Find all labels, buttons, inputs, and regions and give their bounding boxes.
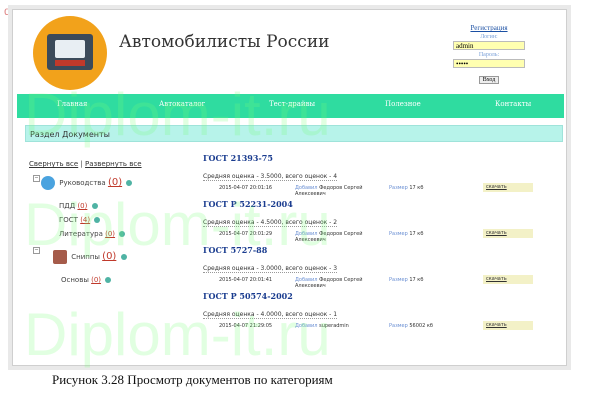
tree-separator: |: [80, 160, 83, 168]
added-by-label: Добавил: [295, 323, 318, 329]
nav-item-test-drives[interactable]: Тест-драйвы: [269, 100, 315, 108]
tree-node-label[interactable]: Основы: [61, 276, 89, 284]
download-button[interactable]: скачать: [483, 321, 533, 330]
info-icon[interactable]: [94, 217, 101, 223]
document-title[interactable]: ГОСТ 21393-75: [203, 153, 553, 163]
tree-node-count[interactable]: (0): [77, 202, 87, 210]
info-icon[interactable]: [126, 180, 133, 186]
size-label: Размер: [389, 277, 408, 283]
tree-node-count[interactable]: (0): [102, 251, 116, 262]
register-link[interactable]: Регистрация: [450, 24, 528, 32]
document-date: 2015-04-07 20:01:29: [219, 231, 273, 237]
nav-item-useful[interactable]: Полезное: [385, 100, 421, 108]
nav-item-autocatalog[interactable]: Автокаталог: [159, 100, 205, 108]
document-rating: Средняя оценка - 4.0000, всего оценок - …: [203, 311, 338, 319]
document-rating: Средняя оценка - 3.5000, всего оценок - …: [203, 173, 338, 181]
password-input[interactable]: •••••: [453, 59, 525, 68]
section-title: Раздел Документы: [25, 125, 563, 142]
login-input[interactable]: admin: [453, 41, 525, 50]
tree-node-label[interactable]: Сниппы: [71, 253, 100, 261]
document-rating: Средняя оценка - 4.5000, всего оценок - …: [203, 219, 338, 227]
nav-item-contacts[interactable]: Контакты: [495, 100, 531, 108]
document-rating: Средняя оценка - 3.0000, всего оценок - …: [203, 265, 338, 273]
nav-item-home[interactable]: Главная: [57, 100, 87, 108]
document-title[interactable]: ГОСТ 5727-88: [203, 245, 553, 255]
document-date: 2015-04-07 21:29:05: [219, 323, 273, 329]
browser-frame: Автомобилисты России Регистрация Логин: …: [12, 9, 567, 366]
tree-node-count[interactable]: (0): [105, 230, 115, 238]
login-form: Регистрация Логин: admin Пароль: ••••• В…: [450, 24, 528, 86]
tree-node-label[interactable]: Руководства: [59, 179, 105, 187]
document-size: 56002 кб: [409, 323, 433, 329]
guides-category-icon: [41, 176, 55, 190]
expand-all-link[interactable]: Развернуть все: [85, 160, 142, 168]
download-button[interactable]: скачать: [483, 229, 533, 238]
document-title[interactable]: ГОСТ Р 52231-2004: [203, 199, 553, 209]
collapse-all-link[interactable]: Свернуть все: [29, 160, 78, 168]
password-label: Пароль:: [478, 52, 500, 58]
info-icon[interactable]: [105, 277, 112, 283]
size-label: Размер: [389, 185, 408, 191]
document-date: 2015-04-07 20:01:41: [219, 277, 273, 283]
document-item: ГОСТ Р 50574-2002 Средняя оценка - 4.000…: [203, 291, 553, 337]
garage-icon: [47, 34, 93, 70]
collapse-toggle-icon[interactable]: −: [33, 174, 40, 182]
site-title: Автомобилисты России: [119, 32, 330, 52]
document-date: 2015-04-07 20:01:16: [219, 185, 273, 191]
tree-node-label[interactable]: Литература: [59, 230, 103, 238]
size-label: Размер: [389, 323, 408, 329]
document-item: ГОСТ Р 52231-2004 Средняя оценка - 4.500…: [203, 199, 553, 245]
download-button[interactable]: скачать: [483, 275, 533, 284]
document-size: 17 кб: [409, 231, 424, 237]
info-icon[interactable]: [91, 203, 98, 209]
document-size: 17 кб: [409, 277, 424, 283]
snips-category-icon: [53, 250, 67, 264]
document-author: superadmin: [319, 323, 349, 329]
document-item: ГОСТ 21393-75 Средняя оценка - 3.5000, в…: [203, 153, 553, 199]
tree-node-count[interactable]: (0): [91, 276, 101, 284]
document-item: ГОСТ 5727-88 Средняя оценка - 3.0000, вс…: [203, 245, 553, 291]
tree-node-count[interactable]: (4): [80, 216, 90, 224]
document-size: 17 кб: [409, 185, 424, 191]
figure-caption: Рисунок 3.28 Просмотр документов по кате…: [52, 372, 333, 387]
tree-node-count[interactable]: (0): [108, 177, 122, 188]
login-button[interactable]: Вход: [478, 76, 500, 84]
document-title[interactable]: ГОСТ Р 50574-2002: [203, 291, 553, 301]
download-button[interactable]: скачать: [483, 183, 533, 192]
site-logo[interactable]: [33, 16, 107, 90]
info-icon[interactable]: [119, 231, 126, 237]
login-label: Логин:: [480, 34, 498, 40]
size-label: Размер: [389, 231, 408, 237]
collapse-toggle-icon[interactable]: −: [33, 246, 40, 254]
tree-node-label[interactable]: ПДД: [59, 202, 75, 210]
info-icon[interactable]: [120, 254, 127, 260]
tree-node-label[interactable]: ГОСТ: [59, 216, 78, 224]
main-nav: Главная Автокаталог Тест-драйвы Полезное…: [17, 94, 564, 118]
